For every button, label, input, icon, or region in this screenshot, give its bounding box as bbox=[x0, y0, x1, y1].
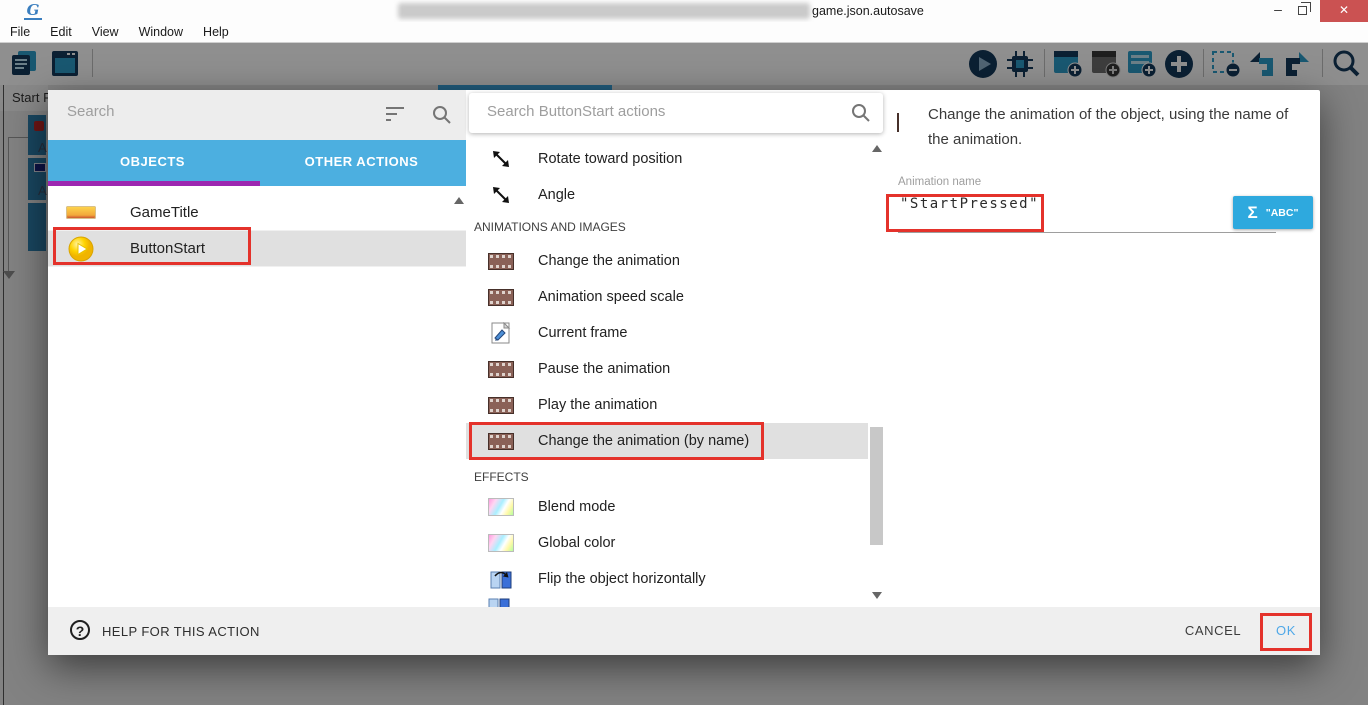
highlight-box-change-animation-by-name bbox=[469, 422, 764, 460]
abc-label: "ABC" bbox=[1266, 207, 1299, 219]
action-label: Change the animation bbox=[538, 253, 680, 269]
object-search-input[interactable] bbox=[65, 102, 365, 121]
flip-horizontal-icon bbox=[488, 568, 514, 590]
gdevelop-logo-icon: G bbox=[24, 2, 42, 20]
film-strip-icon bbox=[488, 397, 514, 414]
action-label: Flip the object horizontally bbox=[538, 571, 706, 587]
help-link[interactable]: HELP FOR THIS ACTION bbox=[102, 624, 260, 639]
rotate-arrow-icon bbox=[488, 184, 514, 206]
action-search-input[interactable] bbox=[485, 102, 825, 121]
action-search-bar bbox=[469, 93, 883, 133]
action-row[interactable]: Global color bbox=[466, 525, 868, 561]
action-label: Rotate toward position bbox=[538, 151, 682, 167]
cancel-button[interactable]: CANCEL bbox=[1178, 617, 1248, 645]
action-label: Play the animation bbox=[538, 397, 657, 413]
action-row[interactable]: Animation speed scale bbox=[466, 279, 868, 315]
film-strip-icon bbox=[488, 361, 514, 378]
minimize-button[interactable]: – bbox=[1266, 0, 1290, 22]
field-underline bbox=[898, 232, 1276, 233]
animation-name-label: Animation name bbox=[898, 176, 981, 188]
menu-view[interactable]: View bbox=[82, 25, 129, 39]
film-strip-icon bbox=[897, 114, 899, 132]
restore-icon bbox=[1298, 6, 1307, 15]
close-button[interactable]: ✕ bbox=[1320, 0, 1368, 22]
left-scrollbar-up-icon[interactable] bbox=[454, 197, 464, 204]
gametitle-logo-icon bbox=[66, 206, 96, 219]
action-scrollbar-up-icon[interactable] bbox=[872, 145, 882, 152]
rotate-arrow-icon bbox=[488, 148, 514, 170]
action-row[interactable]: Play the animation bbox=[466, 387, 868, 423]
menu-help[interactable]: Help bbox=[193, 25, 239, 39]
menu-edit[interactable]: Edit bbox=[40, 25, 82, 39]
sigma-icon: Σ bbox=[1248, 203, 1258, 223]
film-strip-icon bbox=[488, 253, 514, 270]
rainbow-square-icon bbox=[488, 498, 514, 516]
action-row[interactable]: Flip the object horizontally bbox=[466, 561, 868, 597]
active-tab-underline bbox=[48, 181, 260, 186]
frame-edit-icon bbox=[488, 322, 514, 344]
highlight-box-buttonstart bbox=[53, 227, 251, 265]
menu-bar: File Edit View Window Help bbox=[0, 22, 1368, 43]
filter-icon[interactable] bbox=[386, 107, 404, 121]
help-icon[interactable]: ? bbox=[70, 620, 90, 640]
action-description: Change the animation of the object, usin… bbox=[928, 102, 1312, 152]
restore-button[interactable] bbox=[1290, 0, 1314, 22]
action-label: Animation speed scale bbox=[538, 289, 684, 305]
action-label: Angle bbox=[538, 187, 575, 203]
object-search-bar bbox=[48, 90, 466, 140]
menu-file[interactable]: File bbox=[0, 25, 40, 39]
action-label: Global color bbox=[538, 535, 615, 551]
highlight-box-animation-name-value bbox=[886, 194, 1044, 232]
window-title: game.json.autosave bbox=[812, 4, 924, 18]
dialog-footer: ? HELP FOR THIS ACTION CANCEL OK bbox=[48, 607, 1320, 655]
object-name: GameTitle bbox=[130, 204, 199, 221]
title-bar: G game.json.autosave – ✕ bbox=[0, 0, 1368, 22]
tab-other-actions[interactable]: OTHER ACTIONS bbox=[257, 140, 466, 186]
menu-window[interactable]: Window bbox=[129, 25, 193, 39]
gdevelop-window: G game.json.autosave – ✕ File Edit View … bbox=[0, 0, 1368, 705]
rainbow-square-icon bbox=[488, 534, 514, 552]
highlight-box-ok-button bbox=[1260, 613, 1312, 651]
expression-editor-button[interactable]: Σ "ABC" bbox=[1233, 196, 1313, 229]
search-icon[interactable] bbox=[851, 103, 871, 123]
action-label: Blend mode bbox=[538, 499, 615, 515]
action-row-partial bbox=[488, 597, 514, 607]
redacted-title-path bbox=[398, 3, 810, 19]
search-icon[interactable] bbox=[432, 105, 452, 125]
action-row[interactable]: Change the animation bbox=[466, 243, 868, 279]
picker-tabs: OBJECTS OTHER ACTIONS bbox=[48, 140, 466, 186]
action-row[interactable]: Pause the animation bbox=[466, 351, 868, 387]
action-row[interactable]: Rotate toward position bbox=[466, 141, 868, 177]
action-label: Current frame bbox=[538, 325, 627, 341]
object-row-gametitle[interactable]: GameTitle bbox=[48, 195, 466, 231]
action-editor-dialog: OBJECTS OTHER ACTIONS GameTitle ButtonSt… bbox=[48, 90, 1320, 655]
action-row[interactable]: Current frame bbox=[466, 315, 868, 351]
action-row[interactable]: Blend mode bbox=[466, 489, 868, 525]
action-scrollbar-thumb[interactable] bbox=[870, 427, 883, 545]
action-group-header: ANIMATIONS AND IMAGES bbox=[474, 214, 626, 240]
action-label: Pause the animation bbox=[538, 361, 670, 377]
film-strip-icon bbox=[488, 289, 514, 306]
action-group-header: EFFECTS bbox=[474, 464, 529, 490]
action-scrollbar-down-icon[interactable] bbox=[872, 592, 882, 599]
tab-objects[interactable]: OBJECTS bbox=[48, 140, 257, 186]
action-row[interactable]: Angle bbox=[466, 177, 868, 213]
